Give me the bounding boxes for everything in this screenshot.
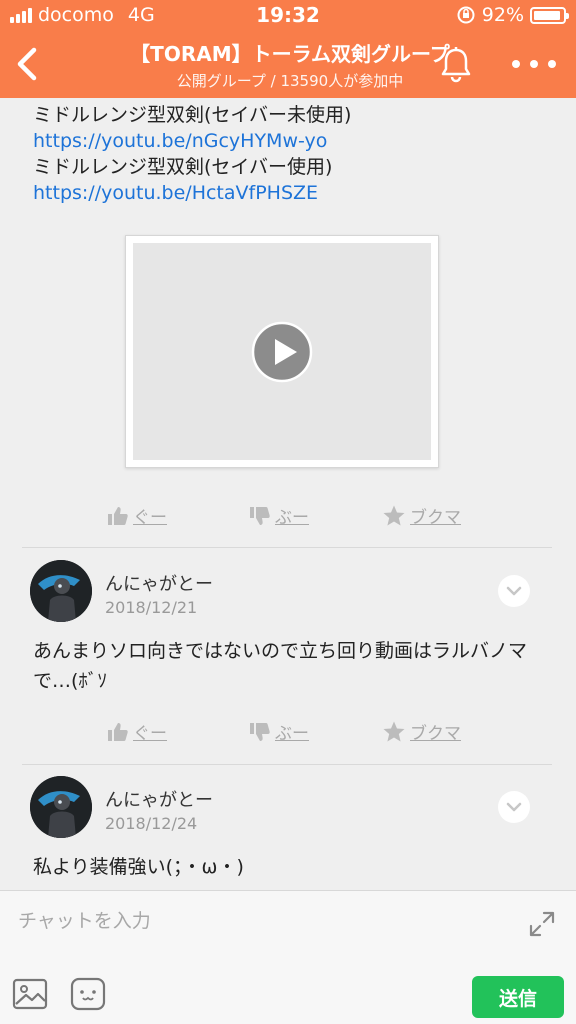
thumbs-up-icon [108,506,128,525]
comment-actions: ぐー ぶー ブクマ [0,719,576,749]
comment-date: 2018/12/24 [105,814,198,833]
battery-percent: 92% [481,4,524,26]
thumbs-down-icon [250,506,270,525]
more-icon[interactable] [512,52,556,76]
chat-input-bar: 送信 [0,890,576,1024]
star-icon [383,721,405,741]
dislike-button[interactable]: ぶー [249,503,309,528]
chat-content[interactable]: ミドルレンジ型双剣(セイバー未使用) https://youtu.be/nGcy… [0,98,576,890]
status-bar: docomo 4G 19:32 92% [0,0,576,30]
comment-author[interactable]: んにゃがとー [105,786,213,812]
post-actions: ぐー ぶー ブクマ [0,503,576,533]
bookmark-button[interactable]: ブクマ [382,719,461,744]
chevron-down-icon [506,586,522,596]
thumbs-down-icon [250,722,270,741]
thumbs-up-icon [108,722,128,741]
avatar[interactable] [30,776,92,838]
star-icon [383,505,405,525]
battery-icon [530,6,569,24]
comment-header: んにゃがとー 2018/12/21 [0,560,576,630]
chevron-down-icon [506,802,522,812]
comment-header: んにゃがとー 2018/12/24 [0,776,576,846]
post-line: ミドルレンジ型双剣(セイバー未使用) [33,104,352,126]
like-button[interactable]: ぐー [107,503,167,528]
comment-menu-button[interactable] [498,791,530,823]
comment-date: 2018/12/21 [105,598,198,617]
divider [22,547,552,548]
header-titles[interactable]: 【TORAM】トーラム双剣グループ 公開グループ / 13590人が参加中 [80,38,500,91]
video-thumbnail[interactable] [125,235,439,468]
emoji-icon[interactable] [70,977,106,1011]
comment-menu-button[interactable] [498,575,530,607]
chat-input[interactable] [18,905,498,937]
comment-text: 私より装備強い(；・ω・) [33,856,244,878]
group-header: 【TORAM】トーラム双剣グループ 公開グループ / 13590人が参加中 [0,30,576,98]
back-icon[interactable] [8,42,48,86]
post-line: ミドルレンジ型双剣(セイバー使用) [33,156,333,178]
orientation-lock-icon [457,6,475,24]
play-icon[interactable] [251,321,313,383]
send-button[interactable]: 送信 [472,976,564,1018]
divider [22,764,552,765]
group-title: 【TORAM】トーラム双剣グループ [130,42,450,66]
comment-author[interactable]: んにゃがとー [105,570,213,596]
video-link[interactable]: https://youtu.be/HctaVfPHSZE [33,180,351,206]
bookmark-button[interactable]: ブクマ [382,503,461,528]
comment-text: あんまりソロ向きではないので立ち回り動画はラルバノマで…(ﾎﾞｿ [33,640,528,692]
dislike-button[interactable]: ぶー [249,719,309,744]
like-button[interactable]: ぐー [107,719,167,744]
post-text: ミドルレンジ型双剣(セイバー未使用) https://youtu.be/nGcy… [33,102,351,206]
image-icon[interactable] [12,977,48,1011]
video-link[interactable]: https://youtu.be/nGcyHYMw-yo [33,128,351,154]
avatar[interactable] [30,560,92,622]
expand-icon[interactable] [527,909,557,939]
bell-icon[interactable] [438,44,474,84]
group-subtitle: 公開グループ / 13590人が参加中 [176,72,404,90]
